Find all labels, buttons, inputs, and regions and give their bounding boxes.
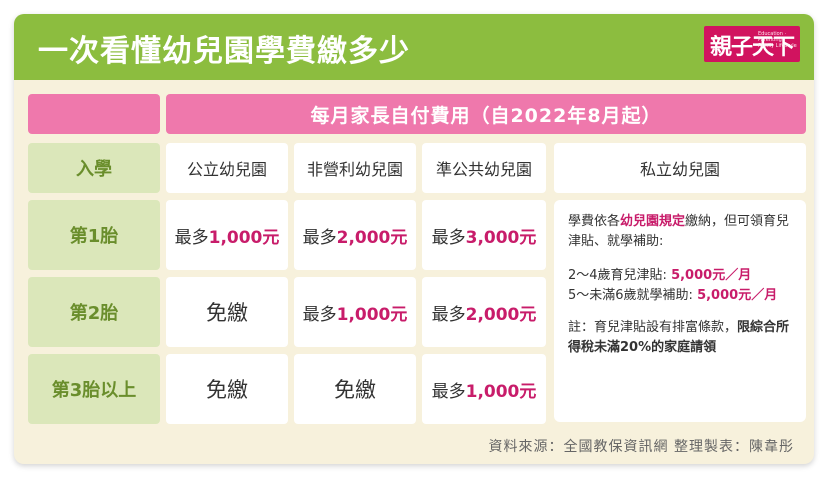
fee-quasi-second: 最多 2,000元 <box>422 277 546 347</box>
fee-nonprofit-first: 最多 2,000元 <box>294 200 416 270</box>
fee-amount: 1,000元 <box>465 381 537 402</box>
fee-prefix: 最多 <box>431 227 466 248</box>
fee-band-heading: 每月家長自付費用（自2022年8月起） <box>166 94 806 134</box>
col-header-quasi-public: 準公共幼兒園 <box>422 143 546 193</box>
subsidy-line: 5～未滿6歲就學補助: 5,000元／月 <box>568 286 792 306</box>
fee-prefix: 最多 <box>302 227 337 248</box>
fee-public-first: 最多 1,000元 <box>166 200 288 270</box>
fee-amount: 1,000元 <box>336 304 408 325</box>
fee-amount: 2,000元 <box>336 227 408 248</box>
col-header-private: 私立幼兒園 <box>554 143 806 193</box>
col-header-enroll: 入學 <box>28 143 160 193</box>
fee-quasi-third: 最多 1,000元 <box>422 354 546 424</box>
fee-quasi-first: 最多 3,000元 <box>422 200 546 270</box>
allowance-amount: 5,000元／月 <box>671 268 752 283</box>
fee-public-second: 免繳 <box>166 277 288 347</box>
row-label-second-child: 第2胎 <box>28 277 160 347</box>
note-line: 註：育兒津貼設有排富條款，限綜合所得稅未滿20%的家庭請領 <box>568 318 792 358</box>
allowance-line: 2～4歲育兒津貼: 5,000元／月 <box>568 266 792 286</box>
col-header-public: 公立幼兒園 <box>166 143 288 193</box>
fee-amount: 1,000元 <box>208 227 280 248</box>
subsidy-label: 5～未滿6歲就學補助: <box>568 288 693 303</box>
row-label-third-child: 第3胎以上 <box>28 354 160 424</box>
col-header-nonprofit: 非營利幼兒園 <box>294 143 416 193</box>
fee-prefix: 最多 <box>431 381 466 402</box>
fee-prefix: 最多 <box>302 304 337 325</box>
header-bar: 一次看懂幼兒園學費繳多少 親子天下 Education · Parenting … <box>14 14 814 80</box>
row-label-first-child: 第1胎 <box>28 200 160 270</box>
private-kindergarten-info: 學費依各幼兒園規定繳納，但可領育兒津貼、就學補助: 2～4歲育兒津貼: 5,00… <box>554 200 806 422</box>
infographic-card: 一次看懂幼兒園學費繳多少 親子天下 Education · Parenting … <box>14 14 814 464</box>
fee-public-third: 免繳 <box>166 354 288 424</box>
private-intro: 學費依各幼兒園規定繳納，但可領育兒津貼、就學補助: <box>568 212 792 252</box>
private-intro-highlight: 幼兒園規定 <box>620 214 686 229</box>
allowance-label: 2～4歲育兒津貼: <box>568 268 667 283</box>
fee-nonprofit-third: 免繳 <box>294 354 416 424</box>
page-title: 一次看懂幼兒園學費繳多少 <box>38 34 410 69</box>
fee-amount: 2,000元 <box>465 304 537 325</box>
note-text: 註：育兒津貼設有排富條款， <box>568 320 738 335</box>
private-intro-a: 學費依各 <box>568 214 621 229</box>
brand-logo: 親子天下 Education · Parenting Family Lifest… <box>704 26 800 62</box>
band-corner <box>28 94 160 134</box>
fee-prefix: 最多 <box>431 304 466 325</box>
source-credit: 資料來源：全國教保資訊網 整理製表：陳韋彤 <box>488 439 794 455</box>
fee-nonprofit-second: 最多 1,000元 <box>294 277 416 347</box>
logo-sub-text: Education · Parenting Family Lifestyle <box>758 31 797 49</box>
fee-prefix: 最多 <box>174 227 209 248</box>
fee-amount: 3,000元 <box>465 227 537 248</box>
subsidy-amount: 5,000元／月 <box>697 288 778 303</box>
